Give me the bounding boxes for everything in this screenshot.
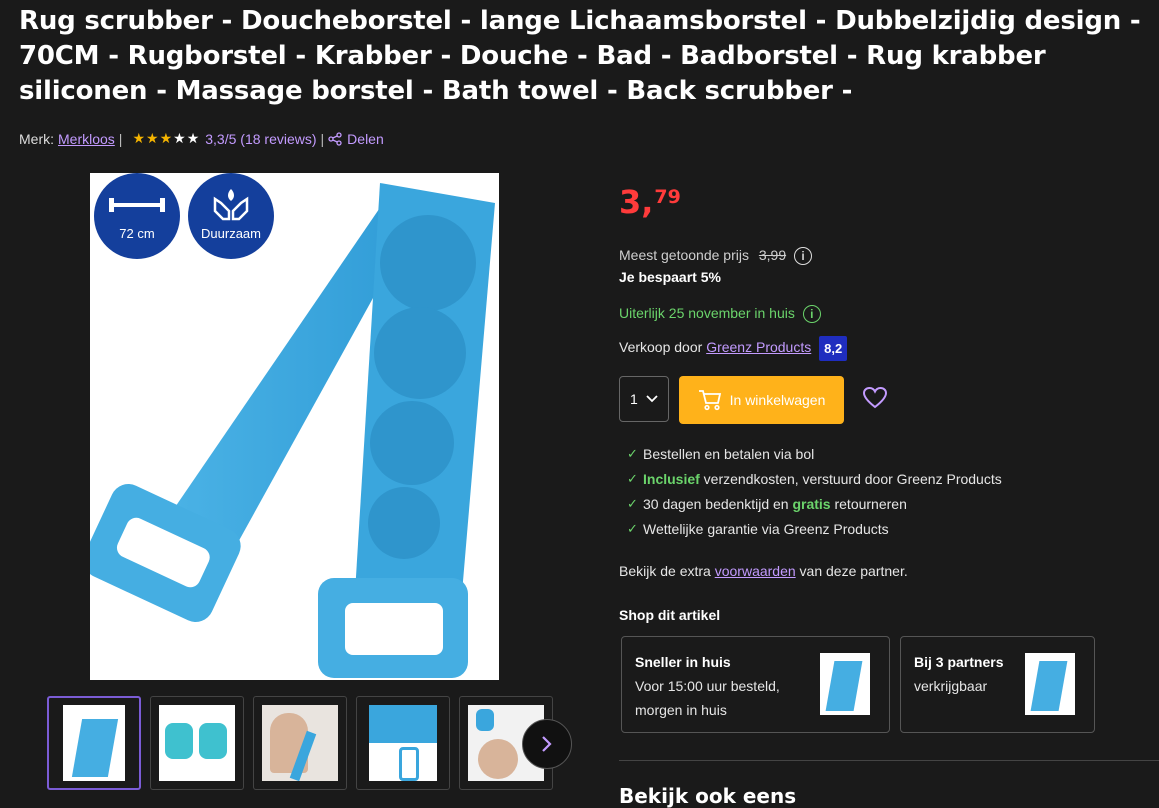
thumbnail-image [369, 705, 437, 781]
most-shown-price: Meest getoonde prijs 3,99 i [619, 247, 812, 266]
check-icon: ✓ [627, 495, 638, 511]
most-shown-label: Meest getoonde prijs [619, 247, 749, 263]
thumbnail-2[interactable] [150, 696, 244, 790]
most-shown-value: 3,99 [758, 247, 787, 263]
usp-text: retourneren [830, 495, 907, 512]
usp-text: Bestellen en betalen via bol [643, 445, 815, 462]
usp-highlight: Inclusief [643, 470, 700, 487]
seller-link[interactable]: Greenz Products [706, 339, 811, 355]
star-icon: ★ [146, 130, 159, 146]
cart-button-label: In winkelwagen [729, 392, 826, 408]
shop-section-title: Shop dit artikel [619, 607, 721, 623]
wishlist-button[interactable] [862, 386, 888, 415]
usp-text: Wettelijke garantie via Greenz Products [643, 520, 889, 537]
savings: Je bespaart 5% [619, 269, 721, 285]
thumbnail-3[interactable] [253, 696, 347, 790]
usp-text: 30 dagen bedenktijd en [643, 495, 793, 512]
brand-link[interactable]: Merkloos [58, 131, 115, 147]
thumbnail-image [63, 705, 125, 781]
delivery-promise: Uiterlijk 25 november in huis i [619, 305, 821, 324]
see-also-heading: Bekijk ook eens [619, 784, 797, 808]
share-label: Delen [347, 130, 384, 147]
star-empty-icon: ★ [186, 130, 200, 146]
seller-label: Verkoop door [619, 339, 703, 356]
chevron-right-icon [542, 736, 552, 752]
heart-icon [862, 386, 888, 409]
price-cents: 79 [654, 186, 681, 208]
main-product-image[interactable]: 72 cm Duurzaam [90, 173, 499, 680]
star-icon: ★ [132, 130, 145, 146]
share-icon [328, 131, 342, 146]
thumbnail-image [262, 705, 338, 781]
usp-item: ✓ Inclusief verzendkosten, verstuurd doo… [627, 466, 1002, 491]
chevron-down-icon [646, 395, 658, 403]
quantity-select[interactable]: 1 [619, 376, 669, 422]
card-product-image [1025, 653, 1075, 715]
star-icon: ★ [159, 130, 173, 146]
shop-card-fast-delivery[interactable]: Sneller in huis Voor 15:00 uur besteld, … [621, 636, 890, 733]
shop-card-partners[interactable]: Bij 3 partners verkrijgbaar [900, 636, 1095, 733]
usp-highlight: gratis [792, 495, 831, 512]
product-title: Rug scrubber - Doucheborstel - lange Lic… [19, 6, 1141, 106]
add-to-cart-button[interactable]: In winkelwagen [679, 376, 844, 424]
usp-list: ✓ Bestellen en betalen via bol ✓ Inclusi… [627, 441, 1002, 541]
next-image-button[interactable] [522, 719, 572, 769]
thumbnail-image [159, 705, 235, 781]
info-icon[interactable]: i [794, 247, 812, 266]
cart-icon [698, 390, 721, 411]
rating-link[interactable]: 3,3/5 (18 reviews) [205, 131, 316, 147]
thumbnail-4[interactable] [356, 696, 450, 790]
divider [619, 760, 1159, 761]
usp-item: ✓ 30 dagen bedenktijd en gratis retourne… [627, 491, 1002, 516]
usp-text: verzendkosten, verstuurd door Greenz Pro… [699, 470, 1002, 487]
delivery-text: Uiterlijk 25 november in huis [619, 305, 795, 321]
check-icon: ✓ [627, 470, 638, 486]
rating-stars[interactable]: ★ ★ ★ ★ ★ [132, 130, 199, 147]
seller-line: Verkoop door Greenz Products 8,2 [619, 336, 848, 361]
share-button[interactable]: Delen [328, 131, 384, 147]
delivery-info-icon[interactable]: i [802, 305, 821, 324]
back-scrubber-illustration [90, 183, 495, 678]
conditions-suffix: van deze partner. [795, 563, 908, 579]
brand-label: Merk: [19, 130, 54, 147]
card-product-image [820, 653, 870, 715]
separator: | [320, 130, 325, 147]
conditions-link[interactable]: voorwaarden [715, 563, 796, 579]
usp-item: ✓ Bestellen en betalen via bol [627, 441, 1002, 466]
separator: | [118, 130, 123, 147]
partner-conditions: Bekijk de extra voorwaarden van deze par… [619, 563, 908, 579]
check-icon: ✓ [627, 445, 638, 461]
product-meta: Merk: Merkloos | ★ ★ ★ ★ ★ 3,3/5 (18 rev… [19, 130, 384, 147]
star-empty-icon: ★ [173, 130, 186, 146]
usp-item: ✓ Wettelijke garantie via Greenz Product… [627, 516, 1002, 541]
seller-score-badge: 8,2 [819, 336, 848, 361]
check-icon: ✓ [627, 520, 638, 536]
price-euros: 3, [619, 183, 654, 221]
thumbnail-strip [47, 696, 553, 790]
conditions-prefix: Bekijk de extra [619, 563, 715, 579]
thumbnail-1[interactable] [47, 696, 141, 790]
quantity-value: 1 [630, 391, 638, 407]
price: 3, 79 [619, 186, 681, 218]
